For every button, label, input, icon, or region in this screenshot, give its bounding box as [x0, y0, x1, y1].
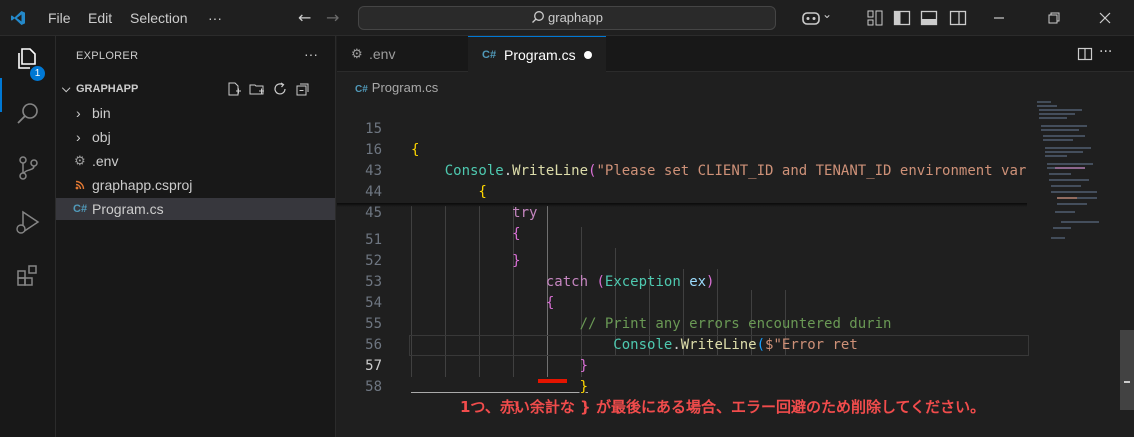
- scroll-position-marker: [1124, 381, 1130, 383]
- back-arrow-icon[interactable]: ←: [298, 8, 311, 27]
- search-icon: [532, 11, 544, 23]
- breadcrumb-file: Program.cs: [371, 80, 439, 95]
- tree-item-label: bin: [92, 105, 111, 121]
- new-file-icon[interactable]: [226, 81, 242, 97]
- tree-item-env[interactable]: ⚙ .env: [56, 150, 335, 172]
- code-line: 51 }: [337, 209, 1027, 269]
- breadcrumb[interactable]: C# Program.cs: [355, 80, 438, 95]
- customize-layout-icon[interactable]: [866, 9, 884, 27]
- copilot-caret[interactable]: ⌄: [822, 7, 832, 21]
- forward-arrow-icon[interactable]: →: [326, 8, 339, 27]
- explorer-badge: 1: [30, 66, 45, 81]
- minimap[interactable]: [1027, 98, 1122, 437]
- sticky-scroll-shadow: [337, 203, 1027, 207]
- command-center-search[interactable]: graphapp: [358, 6, 776, 30]
- minimize-icon[interactable]: [990, 9, 1008, 27]
- rss-icon: [75, 180, 85, 190]
- split-editor-icon[interactable]: [1077, 46, 1093, 62]
- tab-env[interactable]: ⚙ .env: [337, 36, 467, 72]
- gear-icon: ⚙: [351, 46, 363, 61]
- editor-area: ⚙ .env C# Program.cs ··· C# Program.cs 1…: [337, 36, 1134, 437]
- project-header[interactable]: ⌵ GRAPHAPP: [56, 78, 335, 100]
- tree-item-label: Program.cs: [92, 201, 164, 217]
- csharp-icon: C#: [73, 203, 88, 215]
- code-line: 43 {: [337, 140, 1027, 200]
- source-control-icon[interactable]: [14, 154, 42, 182]
- tab-program-cs[interactable]: C# Program.cs: [468, 36, 606, 72]
- chevron-down-icon: ⌵: [62, 83, 71, 95]
- code-line: 53 {: [337, 251, 1027, 311]
- tree-item-label: .env: [92, 153, 119, 169]
- code-line: 45 {: [337, 182, 1027, 242]
- code-line: 58 }: [337, 356, 1027, 416]
- tab-label: .env: [369, 46, 396, 62]
- activity-bar: 1: [0, 36, 56, 437]
- more-actions-button[interactable]: ···: [1099, 44, 1112, 60]
- refresh-icon[interactable]: [272, 81, 288, 97]
- menu-selection[interactable]: Selection: [130, 0, 188, 36]
- line-number: 58: [365, 379, 382, 395]
- project-name: GRAPHAPP: [76, 83, 139, 95]
- code-line: 44 try: [337, 161, 1027, 221]
- menu-file[interactable]: File: [48, 0, 71, 36]
- csharp-icon: C#: [482, 49, 497, 61]
- code-line: 54 // Print any errors encountered durin: [337, 272, 1027, 332]
- search-text: graphapp: [548, 10, 603, 25]
- code-line: 16 Console.WriteLine("Please set CLIENT_…: [337, 119, 1027, 179]
- toggle-primary-sidebar-icon[interactable]: [893, 9, 911, 27]
- run-debug-icon[interactable]: [14, 208, 42, 236]
- extensions-icon[interactable]: [14, 262, 42, 290]
- tree-item-bin[interactable]: › bin: [56, 102, 335, 124]
- active-indicator: [0, 78, 2, 112]
- gear-icon: ⚙: [74, 153, 86, 168]
- copilot-icon[interactable]: [801, 9, 821, 27]
- tab-label: Program.cs: [504, 47, 576, 63]
- tree-item-label: obj: [92, 129, 111, 145]
- vscode-logo-icon[interactable]: [10, 10, 26, 26]
- sidebar-title: EXPLORER: [76, 50, 139, 62]
- tab-bar: ⚙ .env C# Program.cs ···: [337, 36, 1134, 72]
- tree-item-label: graphapp.csproj: [92, 177, 193, 193]
- code-line: 15 {: [337, 98, 1027, 158]
- code-editor[interactable]: 15 { 16 Console.WriteLine("Please set CL…: [337, 98, 1134, 437]
- code-line: 52 catch (Exception ex): [337, 230, 1027, 290]
- unsaved-dot-icon[interactable]: [584, 51, 592, 59]
- code-line: 55 Console.WriteLine($"Error ret: [337, 293, 1027, 353]
- tree-item-obj[interactable]: › obj: [56, 126, 335, 148]
- scrollbar-thumb[interactable]: [1120, 330, 1134, 410]
- sidebar-more-button[interactable]: ···: [304, 46, 318, 62]
- chevron-right-icon: ›: [76, 129, 81, 145]
- menu-edit[interactable]: Edit: [88, 0, 112, 36]
- new-folder-icon[interactable]: [249, 81, 265, 97]
- csharp-icon: C#: [355, 84, 368, 95]
- close-icon[interactable]: [1096, 9, 1114, 27]
- explorer-sidebar: EXPLORER ··· ⌵ GRAPHAPP › bin › obj ⚙ .e…: [56, 36, 336, 437]
- tree-item-csproj[interactable]: graphapp.csproj: [56, 174, 335, 196]
- red-underline-annotation: [538, 379, 567, 383]
- toggle-panel-icon[interactable]: [920, 9, 938, 27]
- toggle-secondary-sidebar-icon[interactable]: [949, 9, 967, 27]
- collapse-all-icon[interactable]: [295, 81, 311, 97]
- chevron-right-icon: ›: [76, 105, 81, 121]
- menu-more[interactable]: ···: [208, 0, 222, 36]
- code-line: 56 }: [337, 314, 1027, 374]
- annotation-text: 1つ、赤い余計な } が最後にある場合、エラー回避のため削除してください。: [460, 398, 986, 416]
- title-bar: File Edit Selection ··· ← → graphapp ⌄: [0, 0, 1134, 36]
- tree-item-program-cs[interactable]: C# Program.cs: [56, 198, 335, 220]
- search-icon[interactable]: [14, 100, 42, 128]
- vertical-scrollbar[interactable]: [1120, 98, 1134, 437]
- restore-icon[interactable]: [1045, 9, 1063, 27]
- code-line: 57 }: [337, 335, 1027, 395]
